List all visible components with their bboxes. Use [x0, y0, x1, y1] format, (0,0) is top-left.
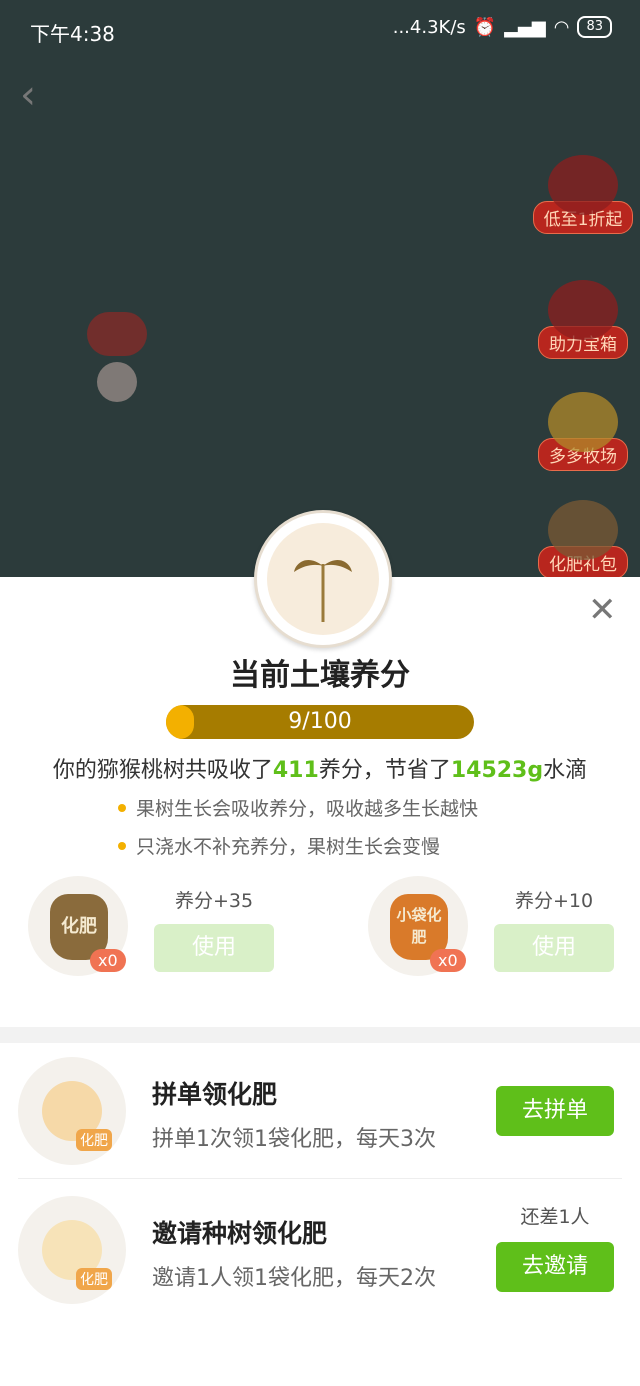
task-title: 拼单领化肥 — [152, 1080, 278, 1109]
summary-middle: 养分，节省了 — [318, 758, 451, 783]
chick-icon — [548, 392, 618, 452]
status-right: ...4.3K/s ⏰ ▂▄▆ ◠ 83 — [393, 16, 612, 38]
status-time: 下午4:38 — [30, 22, 115, 46]
signal-icon: ▂▄▆ — [504, 16, 546, 38]
fertilizer-large: 化肥 x0 养分+35 使用 — [28, 876, 328, 986]
gift-icon — [87, 312, 147, 356]
side-entry-discount[interactable]: 低至1折起 — [532, 155, 634, 234]
invite-icon: 化肥 — [18, 1196, 126, 1304]
summary-suffix: 水滴 — [543, 758, 588, 783]
fertilizer-bag-icon — [548, 500, 618, 560]
nutrient-progress-bar: 9/100 — [166, 705, 474, 739]
progress-text: 9/100 — [288, 709, 352, 734]
bullet-icon — [118, 841, 126, 850]
sprout-icon — [267, 523, 379, 635]
tip-text: 果树生长会吸收养分，吸收越多生长越快 — [136, 798, 479, 820]
icon-label: 化肥 — [76, 1129, 112, 1151]
treasure-chest-icon — [548, 280, 618, 340]
use-fertilizer-button[interactable]: 使用 — [494, 924, 614, 972]
invite-remaining: 还差1人 — [520, 1206, 590, 1228]
wifi-icon: ◠ — [553, 16, 570, 38]
tip-item: 只浇水不补充养分，果树生长会变慢 — [118, 832, 478, 859]
side-entry-treasure[interactable]: 助力宝箱 — [536, 280, 630, 359]
nutrient-badge — [254, 510, 392, 648]
go-group-order-button[interactable]: 去拼单 — [496, 1086, 614, 1136]
side-entry-fertilizer-gift[interactable]: 化肥礼包 — [536, 500, 630, 579]
network-speed: ...4.3K/s — [392, 16, 466, 38]
summary-prefix: 你的猕猴桃树共吸收了 — [52, 758, 273, 783]
battery-icon: 83 — [577, 16, 612, 38]
use-fertilizer-button[interactable]: 使用 — [154, 924, 274, 972]
saved-value: 14523g — [450, 758, 544, 783]
fertilizer-count: x0 — [90, 949, 126, 972]
group-order-icon: 化肥 — [18, 1057, 126, 1165]
chicken-icon — [97, 362, 137, 402]
back-button[interactable]: ‹ — [20, 75, 60, 115]
fertilizer-count: x0 — [430, 949, 466, 972]
close-button[interactable]: ✕ — [588, 593, 617, 627]
task-invite: 化肥 邀请种树领化肥 邀请1人领1袋化肥，每天2次 还差1人 去邀请 — [0, 1182, 640, 1312]
icon-label: 化肥 — [76, 1268, 112, 1290]
task-desc: 拼单1次领1袋化肥，每天3次 — [152, 1127, 436, 1152]
alarm-icon: ⏰ — [473, 16, 497, 38]
absorption-summary: 你的猕猴桃树共吸收了411养分，节省了14523g水滴 — [0, 752, 640, 784]
fertilizer-gain: 养分+35 — [174, 890, 254, 912]
side-entry-ranch[interactable]: 多多牧场 — [536, 392, 630, 471]
task-group-order: 化肥 拼单领化肥 拼单1次领1袋化肥，每天3次 去拼单 — [0, 1043, 640, 1173]
discount-icon — [548, 155, 618, 215]
tips-list: 果树生长会吸收养分，吸收越多生长越快 只浇水不补充养分，果树生长会变慢 — [118, 794, 478, 870]
floating-gift[interactable] — [82, 312, 152, 408]
tip-item: 果树生长会吸收养分，吸收越多生长越快 — [118, 794, 478, 821]
task-separator — [18, 1178, 622, 1179]
section-divider — [0, 1027, 640, 1043]
fertilizer-gain: 养分+10 — [514, 890, 594, 912]
panel-title: 当前土壤养分 — [230, 658, 410, 693]
task-title: 邀请种树领化肥 — [152, 1219, 328, 1248]
status-bar: 下午4:38 ...4.3K/s ⏰ ▂▄▆ ◠ 83 — [0, 0, 640, 60]
task-desc: 邀请1人领1袋化肥，每天2次 — [152, 1266, 436, 1291]
fertilizer-small: 小袋化肥 x0 养分+10 使用 — [368, 876, 640, 986]
bullet-icon — [118, 803, 126, 812]
absorbed-value: 411 — [272, 758, 319, 783]
tip-text: 只浇水不补充养分，果树生长会变慢 — [136, 836, 441, 858]
go-invite-button[interactable]: 去邀请 — [496, 1242, 614, 1292]
